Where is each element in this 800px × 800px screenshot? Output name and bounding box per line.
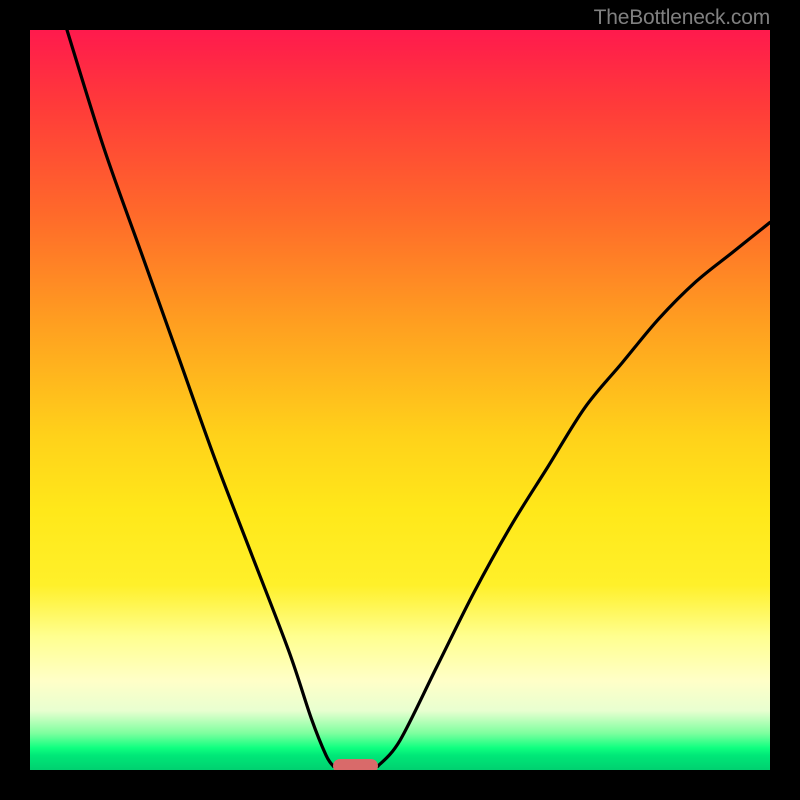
chart-frame: TheBottleneck.com	[0, 0, 800, 800]
curve-right-branch	[378, 222, 770, 766]
plot-area	[30, 30, 770, 770]
curve-left-branch	[67, 30, 333, 766]
minimum-marker	[333, 759, 377, 770]
bottleneck-curve	[30, 30, 770, 770]
watermark-text: TheBottleneck.com	[594, 6, 770, 30]
